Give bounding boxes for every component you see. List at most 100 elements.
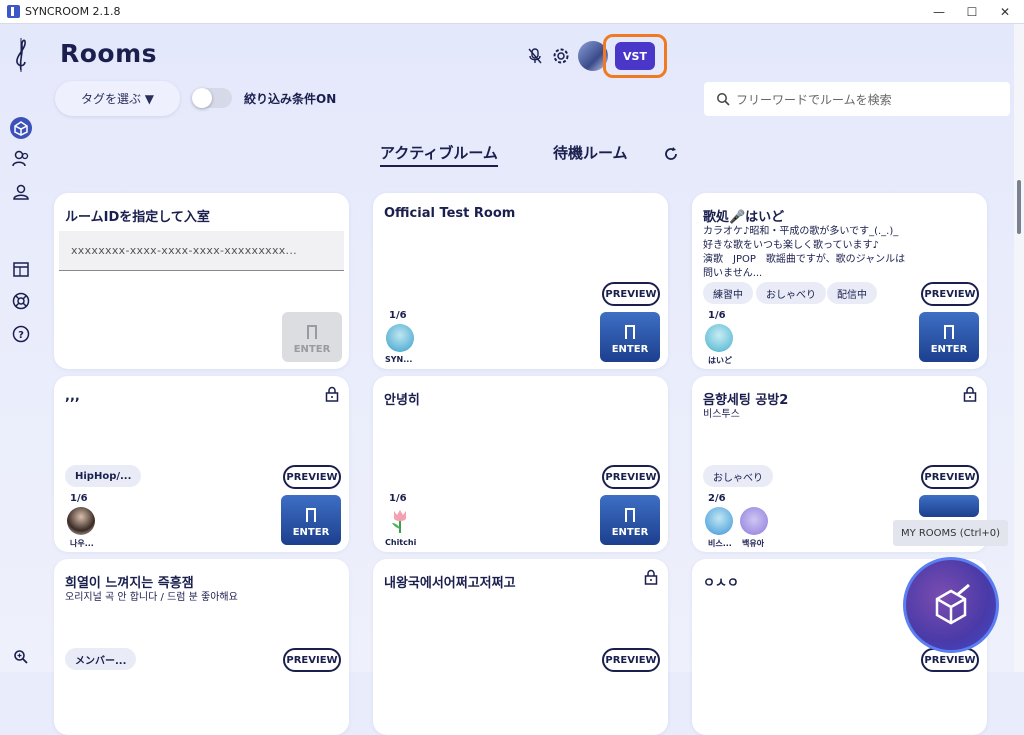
member-count: 2/6: [708, 493, 726, 504]
minimize-button[interactable]: —: [922, 0, 956, 23]
app-icon: [7, 5, 20, 18]
door-icon: [625, 325, 635, 339]
scroll-thumb[interactable]: [1017, 180, 1021, 234]
preview-button[interactable]: PREVIEW: [283, 465, 341, 489]
sidebar-help-icon[interactable]: ?: [8, 321, 34, 347]
member-count: 1/6: [389, 310, 407, 321]
desc-line: 好きな歌をいつも楽しく歌っています♪: [703, 240, 879, 251]
door-icon: [306, 508, 316, 522]
mic-muted-icon[interactable]: [523, 44, 547, 68]
card-description: カラオケ♪昭和・平成の歌が多いです_(._.)_ 好きな歌をいつも楽しく歌ってい…: [703, 225, 933, 281]
scrollbar[interactable]: [1014, 24, 1024, 672]
card-title: 내왕국에서어쩌고저쩌고: [384, 576, 516, 591]
card-subtitle: 비스투스: [703, 409, 740, 420]
member-name: Chitchi: [385, 538, 417, 547]
vst-button[interactable]: VST: [615, 42, 655, 70]
enter-label: ENTER: [611, 527, 649, 538]
gear-icon[interactable]: [549, 44, 573, 68]
door-icon: [307, 325, 317, 339]
sidebar-profile-icon[interactable]: [8, 179, 34, 205]
app-body: ? Rooms VST タグを選ぶ ▼ 絞り込み条件ON フリーワードでルームを…: [0, 24, 1024, 735]
preview-button[interactable]: PREVIEW: [283, 648, 341, 672]
page-title: Rooms: [60, 39, 158, 68]
preview-button[interactable]: PREVIEW: [602, 282, 660, 306]
card-title: 음향세팅 공방2: [703, 393, 789, 408]
tag-chip: HipHop/...: [65, 465, 142, 487]
member-count: 1/6: [389, 493, 407, 504]
enter-label: ENTER: [292, 527, 330, 538]
member-avatar[interactable]: [386, 324, 414, 352]
tag-chip: おしゃべり: [703, 465, 773, 487]
search-placeholder: フリーワードでルームを検索: [736, 92, 892, 107]
desc-line: 問いません...: [703, 268, 763, 279]
lock-icon: [325, 386, 339, 402]
search-icon: [717, 93, 730, 106]
cube-edit-icon: [935, 583, 970, 625]
preview-button[interactable]: PREVIEW: [602, 648, 660, 672]
maximize-button[interactable]: ☐: [955, 0, 989, 23]
preview-button[interactable]: PREVIEW: [602, 465, 660, 489]
member-avatar[interactable]: [740, 507, 768, 535]
room-card[interactable]: 안녕히 PREVIEW ENTER 1/6 Chitchi: [373, 376, 668, 552]
card-title: ,,,: [65, 389, 80, 404]
filter-label: 絞り込み条件ON: [244, 92, 337, 106]
member-avatar[interactable]: [67, 507, 95, 535]
member-name: はいど: [708, 356, 732, 365]
member-avatar[interactable]: [705, 507, 733, 535]
enter-button[interactable]: ENTER: [600, 312, 660, 362]
member-count: 1/6: [70, 493, 88, 504]
enter-button[interactable]: [919, 495, 979, 517]
refresh-icon[interactable]: [662, 145, 680, 163]
lock-icon: [963, 386, 977, 402]
enter-label: ENTER: [930, 344, 968, 355]
desc-line: カラオケ♪昭和・平成の歌が多いです_(._.)_: [703, 226, 899, 237]
tag-chip: 練習中: [703, 282, 753, 304]
room-id-input[interactable]: xxxxxxxx-xxxx-xxxx-xxxx-xxxxxxxxx...: [59, 231, 344, 271]
preview-button[interactable]: PREVIEW: [921, 465, 979, 489]
tab-active-rooms[interactable]: アクティブルーム: [380, 142, 498, 167]
room-card[interactable]: 歌処🎤はいど カラオケ♪昭和・平成の歌が多いです_(._.)_ 好きな歌をいつも…: [692, 193, 987, 369]
sidebar-schedule-icon[interactable]: [8, 256, 34, 282]
sidebar-zoom-icon[interactable]: [8, 644, 34, 670]
enter-button[interactable]: ENTER: [281, 495, 341, 545]
search-input[interactable]: フリーワードでルームを検索: [704, 82, 1010, 116]
card-title: 희열이 느껴지는 즉흥잼: [65, 576, 194, 591]
enter-button[interactable]: ENTER: [600, 495, 660, 545]
syncroom-logo: [16, 38, 26, 72]
member-name: 나우...: [70, 539, 94, 548]
close-button[interactable]: ✕: [988, 0, 1022, 23]
room-card[interactable]: ,,, HipHop/... PREVIEW ENTER 1/6 나우...: [54, 376, 349, 552]
member-count: 1/6: [708, 310, 726, 321]
door-icon: [625, 508, 635, 522]
tag-chip: 配信中: [827, 282, 877, 304]
member-name: 백유아: [742, 539, 765, 548]
my-rooms-button[interactable]: [903, 557, 999, 653]
card-title: 歌処🎤はいど: [703, 210, 785, 225]
my-rooms-tooltip: MY ROOMS (Ctrl+0): [893, 520, 1008, 546]
window-title: SYNCROOM 2.1.8: [25, 5, 121, 18]
sidebar-friends-icon[interactable]: [8, 146, 34, 172]
tag-chip: おしゃべり: [756, 282, 826, 304]
room-card[interactable]: 희열이 느껴지는 즉흥잼 오리지널 곡 안 합니다 / 드럼 분 좋아해요 メン…: [54, 559, 349, 735]
svg-text:?: ?: [18, 330, 24, 341]
sidebar-rooms-icon[interactable]: [8, 115, 34, 141]
card-title: ㅇㅅㅇ: [703, 576, 739, 591]
enter-button[interactable]: ENTER: [919, 312, 979, 362]
window-titlebar: SYNCROOM 2.1.8 — ☐ ✕: [0, 0, 1024, 24]
member-avatar[interactable]: [386, 507, 414, 535]
door-icon: [944, 325, 954, 339]
filter-toggle[interactable]: [192, 88, 232, 108]
preview-button[interactable]: PREVIEW: [921, 282, 979, 306]
sidebar-support-icon[interactable]: [8, 288, 34, 314]
room-card[interactable]: 내왕국에서어쩌고저쩌고 PREVIEW: [373, 559, 668, 735]
tab-waiting-rooms[interactable]: 待機ルーム: [553, 142, 628, 163]
enter-button[interactable]: ENTER: [282, 312, 342, 362]
tag-select-button[interactable]: タグを選ぶ ▼: [55, 81, 180, 116]
card-subtitle: 오리지널 곡 안 합니다 / 드럼 분 좋아해요: [65, 592, 238, 603]
member-name: 비스...: [708, 539, 732, 548]
card-title: ルームIDを指定して入室: [65, 210, 210, 225]
desc-line: 演歌 JPOP 歌謡曲ですが、歌のジャンルは: [703, 254, 906, 265]
member-avatar[interactable]: [705, 324, 733, 352]
room-card[interactable]: Official Test Room PREVIEW ENTER 1/6 SYN…: [373, 193, 668, 369]
room-card-enter-by-id: ルームIDを指定して入室 xxxxxxxx-xxxx-xxxx-xxxx-xxx…: [54, 193, 349, 369]
